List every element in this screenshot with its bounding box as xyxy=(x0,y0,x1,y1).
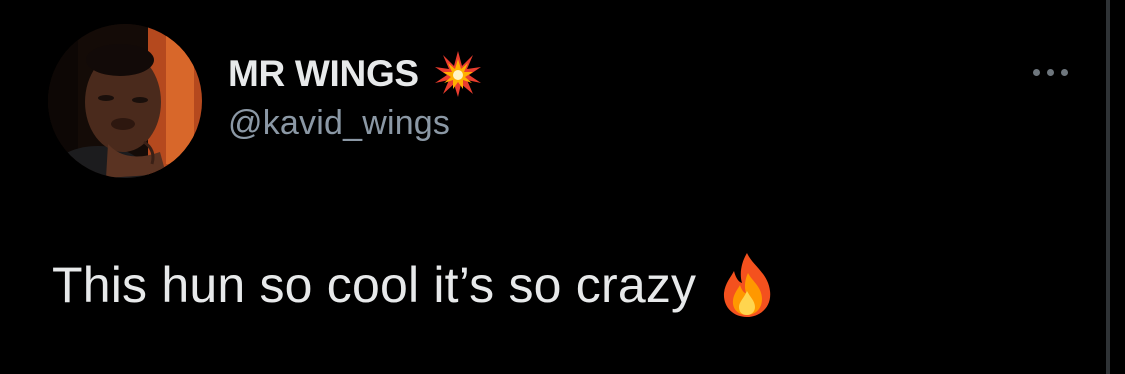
more-horizontal-icon xyxy=(1032,68,1040,76)
avatar[interactable] xyxy=(48,24,202,178)
fire-emoji-icon xyxy=(718,251,776,319)
more-horizontal-icon-dot xyxy=(1046,68,1054,76)
more-options-button[interactable] xyxy=(1024,56,1076,88)
tweet-text: This hun so cool it’s so crazy xyxy=(52,257,697,313)
display-name[interactable]: MR WINGS xyxy=(228,53,419,95)
user-handle[interactable]: @kavid_wings xyxy=(228,104,483,143)
scrollbar[interactable] xyxy=(1106,0,1110,374)
more-horizontal-icon-dot xyxy=(1060,68,1068,76)
tweet-card[interactable]: MR WINGS @kavid_wings This hun so cool i… xyxy=(0,0,1104,374)
collision-emoji-icon xyxy=(433,49,483,99)
profile-photo-image xyxy=(48,24,202,178)
